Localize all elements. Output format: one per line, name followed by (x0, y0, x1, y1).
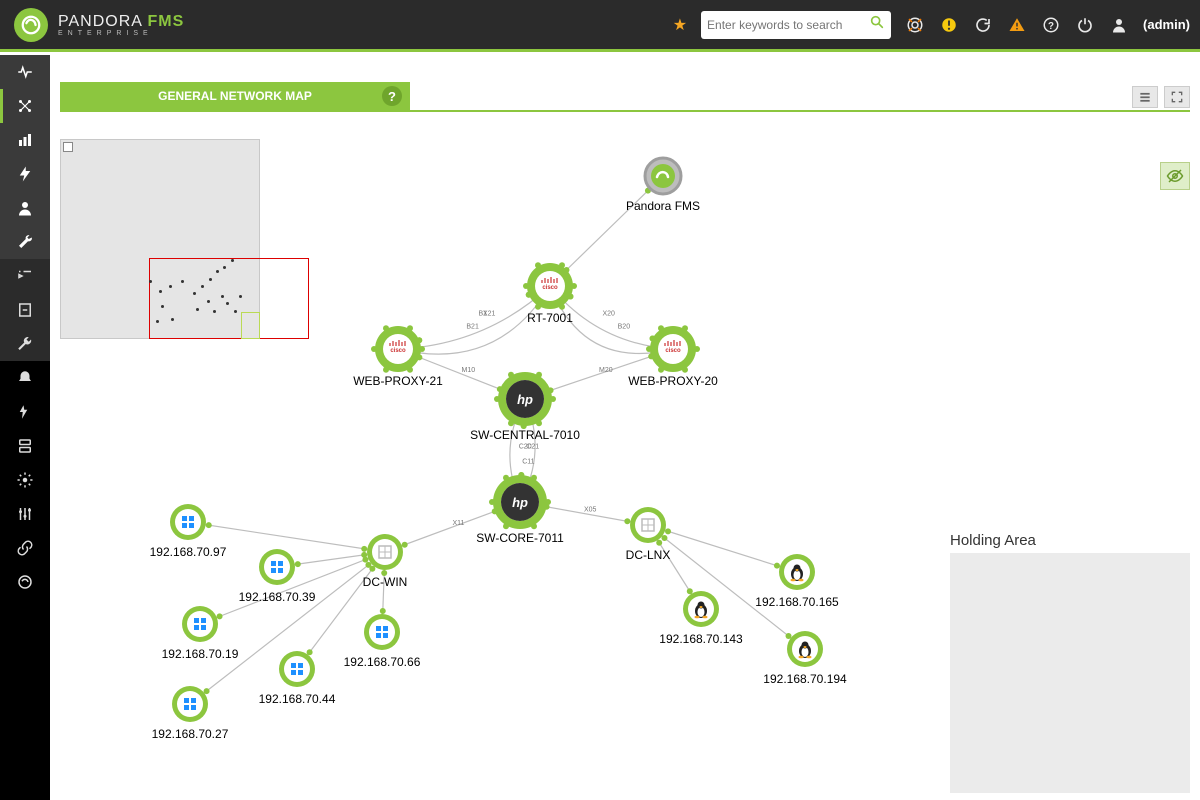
svg-text:X20: X20 (603, 311, 616, 318)
page-help-button[interactable]: ? (382, 86, 402, 106)
sidebar-item-flash[interactable] (0, 395, 50, 429)
search-input[interactable] (707, 18, 869, 32)
node-w97[interactable]: 192.168.70.97 (150, 504, 227, 559)
svg-text:192.168.70.27: 192.168.70.27 (152, 727, 229, 741)
page-title-tab: GENERAL NETWORK MAP ? (60, 82, 410, 110)
sidebar-item-events[interactable] (0, 157, 50, 191)
svg-text:X11: X11 (453, 520, 465, 527)
node-proxy21[interactable]: cisco WEB-PROXY-21 (353, 325, 443, 388)
sidebar-item-tools[interactable] (0, 225, 50, 259)
node-l143[interactable]: 192.168.70.143 (659, 591, 743, 646)
search-box[interactable] (701, 11, 891, 39)
sidebar (0, 55, 50, 800)
page-header: GENERAL NETWORK MAP ? (60, 84, 1190, 112)
svg-text:SW-CORE-7011: SW-CORE-7011 (476, 531, 564, 545)
svg-text:M20: M20 (599, 367, 613, 374)
svg-text:B21: B21 (466, 324, 479, 331)
svg-text:192.168.70.39: 192.168.70.39 (239, 590, 316, 604)
sidebar-item-wrench[interactable] (0, 327, 50, 361)
svg-text:192.168.70.143: 192.168.70.143 (659, 632, 743, 646)
svg-text:C20: C20 (519, 444, 532, 451)
svg-text:192.168.70.97: 192.168.70.97 (150, 545, 227, 559)
holding-area-drop[interactable] (950, 553, 1190, 793)
svg-text:cisco: cisco (542, 285, 558, 291)
svg-text:C11: C11 (522, 459, 534, 466)
node-w66[interactable]: 192.168.70.66 (344, 614, 421, 669)
power-icon[interactable] (1075, 15, 1095, 35)
svg-text:Pandora FMS: Pandora FMS (626, 199, 700, 213)
holding-area-label: Holding Area (950, 532, 1190, 549)
svg-text:cisco: cisco (390, 348, 406, 354)
brand-name: PANDORA FMS (58, 13, 184, 31)
svg-text:DC-WIN: DC-WIN (363, 575, 408, 589)
holding-area[interactable]: Holding Area (950, 532, 1190, 800)
svg-text:192.168.70.194: 192.168.70.194 (763, 672, 847, 686)
node-swc7011[interactable]: hp SW-CORE-7011 (476, 475, 564, 545)
user-label[interactable]: (admin) (1143, 17, 1190, 32)
node-dclnx[interactable]: DC-LNX (626, 507, 671, 562)
svg-text:DC-LNX: DC-LNX (626, 548, 671, 562)
svg-text:cisco: cisco (665, 348, 681, 354)
svg-text:X05: X05 (584, 507, 597, 514)
svg-text:192.168.70.165: 192.168.70.165 (755, 595, 839, 609)
svg-text:B1: B1 (479, 311, 488, 318)
node-w19[interactable]: 192.168.70.19 (162, 606, 239, 661)
svg-text:RT-7001: RT-7001 (527, 311, 573, 325)
alert-circle-icon[interactable] (939, 15, 959, 35)
node-dcwin[interactable]: DC-WIN (363, 534, 408, 589)
sidebar-item-servers[interactable] (0, 429, 50, 463)
node-proxy20[interactable]: cisco WEB-PROXY-20 (628, 325, 718, 388)
node-w44[interactable]: 192.168.70.44 (259, 651, 336, 706)
sidebar-item-topology[interactable] (0, 89, 50, 123)
topbar: PANDORA FMS ENTERPRISE ★ ? (admin) (0, 0, 1200, 52)
svg-text:hp: hp (512, 495, 528, 510)
node-l194[interactable]: 192.168.70.194 (763, 631, 847, 686)
page-title: GENERAL NETWORK MAP (158, 89, 312, 103)
sidebar-item-users[interactable] (0, 191, 50, 225)
brand-logo: PANDORA FMS ENTERPRISE (14, 8, 184, 42)
refresh-icon[interactable] (973, 15, 993, 35)
star-icon[interactable]: ★ (673, 15, 687, 35)
sidebar-item-monitoring[interactable] (0, 55, 50, 89)
list-view-button[interactable] (1132, 86, 1158, 108)
brand-subtitle: ENTERPRISE (58, 30, 184, 37)
svg-text:B20: B20 (618, 324, 631, 331)
sidebar-item-alerts[interactable] (0, 361, 50, 395)
warning-icon[interactable] (1007, 15, 1027, 35)
svg-text:WEB-PROXY-20: WEB-PROXY-20 (628, 374, 718, 388)
sidebar-item-resources[interactable] (0, 293, 50, 327)
sidebar-item-reporting[interactable] (0, 123, 50, 157)
sidebar-item-setup[interactable] (0, 463, 50, 497)
svg-text:?: ? (1048, 20, 1054, 31)
svg-text:hp: hp (517, 392, 533, 407)
sidebar-item-admin[interactable] (0, 497, 50, 531)
sidebar-item-discovery[interactable] (0, 259, 50, 293)
svg-text:192.168.70.44: 192.168.70.44 (259, 692, 336, 706)
user-icon[interactable] (1109, 15, 1129, 35)
brand-logo-icon (14, 8, 48, 42)
svg-text:192.168.70.66: 192.168.70.66 (344, 655, 421, 669)
lifebuoy-icon[interactable] (905, 15, 925, 35)
svg-text:M10: M10 (462, 367, 476, 374)
node-w39[interactable]: 192.168.70.39 (239, 549, 316, 604)
search-icon[interactable] (869, 14, 885, 35)
svg-text:WEB-PROXY-21: WEB-PROXY-21 (353, 374, 443, 388)
network-map-canvas[interactable]: X21B21B1X20B20M10M20C21C11C20X11X05Pando… (60, 114, 1190, 800)
node-swc7010[interactable]: hp SW-CENTRAL-7010 (470, 372, 580, 442)
fullscreen-button[interactable] (1164, 86, 1190, 108)
node-root[interactable]: Pandora FMS (626, 158, 700, 213)
help-icon[interactable]: ? (1041, 15, 1061, 35)
svg-text:SW-CENTRAL-7010: SW-CENTRAL-7010 (470, 428, 580, 442)
node-w27[interactable]: 192.168.70.27 (152, 686, 229, 741)
svg-text:192.168.70.19: 192.168.70.19 (162, 647, 239, 661)
sidebar-item-links[interactable] (0, 531, 50, 565)
sidebar-item-update[interactable] (0, 565, 50, 599)
